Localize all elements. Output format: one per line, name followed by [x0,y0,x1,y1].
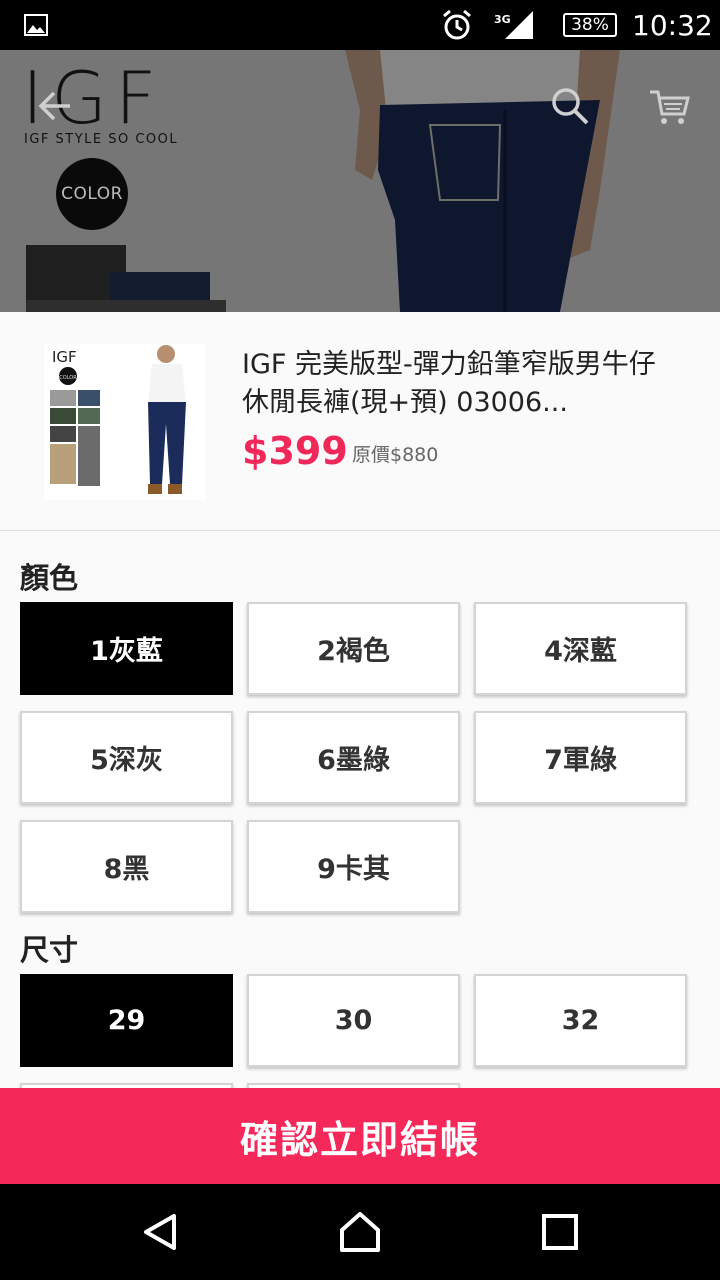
signal-icon [503,0,535,50]
size-option[interactable]: 32 [474,974,687,1067]
back-nav-icon[interactable] [136,1208,184,1256]
product-thumbnail: IGF COLOR [44,344,206,500]
alarm-icon [440,0,474,50]
cart-icon[interactable] [648,84,692,128]
navigation-bar [0,1184,720,1280]
hero-banner: IGF IGF STYLE SO COOL COLOR [0,50,720,312]
size-option[interactable]: 30 [247,974,460,1067]
home-nav-icon[interactable] [336,1208,384,1256]
screen: 3G 38% 10:32 IGF IGF STYLE SO COOL COLOR… [0,0,720,1280]
color-option[interactable]: 6墨綠 [247,711,460,804]
color-option[interactable]: 5深灰 [20,711,233,804]
size-option[interactable]: 29 [20,974,233,1067]
size-section-label: 尺寸 [20,933,79,967]
product-title: IGF 完美版型-彈力鉛筆窄版男牛仔休閒長褲(現+預) 03006... [242,349,656,418]
color-option[interactable]: 9卡其 [247,820,460,913]
back-arrow-icon[interactable] [34,84,78,128]
thumb-brand: IGF [52,348,77,366]
clock: 10:32 [632,8,713,42]
product-summary: IGF COLOR IGF 完美版型-彈力鉛筆窄版男牛仔休閒長褲(現+預) 03… [0,312,720,531]
recents-nav-icon[interactable] [536,1208,584,1256]
product-price: $399 [242,429,348,473]
color-section-label: 顏色 [20,561,79,595]
color-option[interactable]: 7軍綠 [474,711,687,804]
checkout-button[interactable]: 確認立即結帳 [0,1088,720,1184]
color-badge: COLOR [56,158,128,230]
brand-tagline: IGF STYLE SO COOL [24,132,179,147]
color-option[interactable]: 8黑 [20,820,233,913]
color-option[interactable]: 2褐色 [247,602,460,695]
battery-percent: 38% [571,15,609,35]
original-price: 原價$880 [352,444,439,466]
search-icon[interactable] [548,84,592,128]
status-bar: 3G 38% 10:32 [0,0,720,50]
color-option[interactable]: 4深藍 [474,602,687,695]
battery-icon: 38% [563,0,617,50]
color-option[interactable]: 1灰藍 [20,602,233,695]
image-notification-icon [24,0,48,50]
thumb-badge: COLOR [59,375,77,381]
